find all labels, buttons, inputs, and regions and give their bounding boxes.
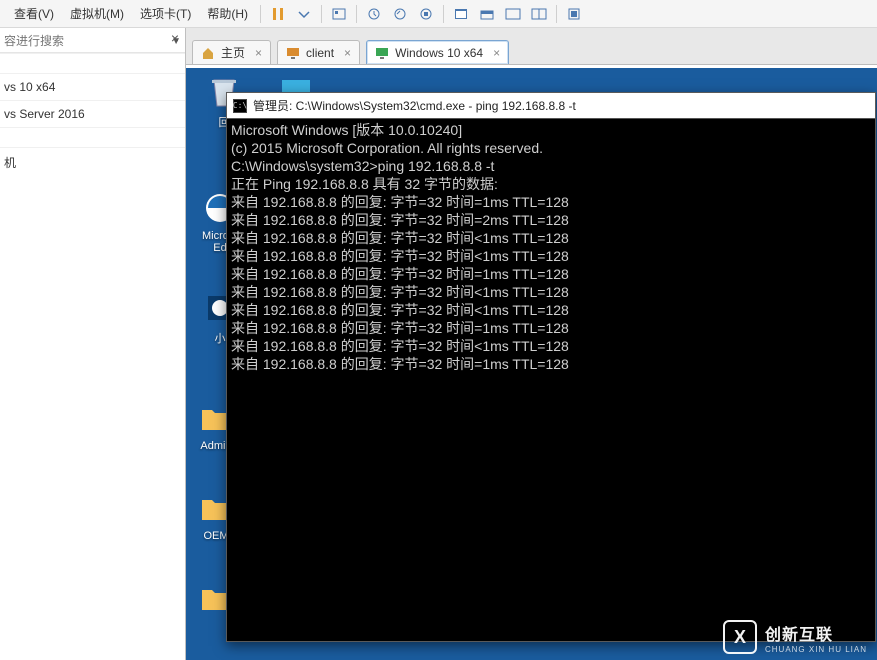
- console-line: 来自 192.168.8.8 的回复: 字节=32 时间<1ms TTL=128: [231, 337, 871, 355]
- watermark-logo: X: [723, 620, 757, 654]
- console-line: 来自 192.168.8.8 的回复: 字节=32 时间=1ms TTL=128: [231, 193, 871, 211]
- console-line: 来自 192.168.8.8 的回复: 字节=32 时间<1ms TTL=128: [231, 283, 871, 301]
- tab-home[interactable]: 主页 ×: [192, 40, 271, 64]
- tab-label: client: [306, 46, 334, 60]
- tab-client[interactable]: client ×: [277, 40, 360, 64]
- app-menubar: 查看(V) 虚拟机(M) 选项卡(T) 帮助(H): [0, 0, 877, 28]
- thumbnail-icon[interactable]: [564, 4, 584, 24]
- send-keys-icon[interactable]: [329, 4, 349, 24]
- menu-view[interactable]: 查看(V): [6, 3, 62, 24]
- console-line: 来自 192.168.8.8 的回复: 字节=32 时间<1ms TTL=128: [231, 247, 871, 265]
- cmd-window[interactable]: C:\ 管理员: C:\Windows\System32\cmd.exe - p…: [226, 92, 876, 642]
- console-line: (c) 2015 Microsoft Corporation. All righ…: [231, 139, 871, 157]
- separator: [321, 5, 322, 23]
- console-line: 来自 192.168.8.8 的回复: 字节=32 时间=1ms TTL=128: [231, 355, 871, 373]
- watermark: X 创新互联 CHUANG XIN HU LIAN: [723, 620, 867, 654]
- cmd-title: 管理员: C:\Windows\System32\cmd.exe - ping …: [253, 97, 576, 114]
- vm-area: 主页 × client × Windows 10 x64 × 回: [186, 28, 877, 660]
- library-blank: [0, 53, 185, 73]
- console-line: Microsoft Windows [版本 10.0.10240]: [231, 121, 871, 139]
- fullscreen-icon[interactable]: [451, 4, 471, 24]
- console-line: C:\Windows\system32>ping 192.168.8.8 -t: [231, 157, 871, 175]
- monitor-icon: [375, 46, 389, 60]
- tab-win10[interactable]: Windows 10 x64 ×: [366, 40, 509, 64]
- menu-help[interactable]: 帮助(H): [199, 3, 256, 24]
- library-panel: × ▼ vs 10 x64 vs Server 2016 机: [0, 28, 186, 660]
- cmd-icon: C:\: [233, 99, 247, 113]
- library-item[interactable]: vs Server 2016: [0, 100, 185, 127]
- separator: [556, 5, 557, 23]
- console-line: 来自 192.168.8.8 的回复: 字节=32 时间=1ms TTL=128: [231, 319, 871, 337]
- watermark-text: 创新互联: [765, 621, 867, 645]
- guest-desktop[interactable]: 回 Micro... Ed 小 Admin OEM: [186, 68, 877, 660]
- cmd-console[interactable]: Microsoft Windows [版本 10.0.10240](c) 201…: [227, 119, 875, 375]
- tab-close-icon[interactable]: ×: [493, 46, 500, 60]
- snapshot-revert-icon[interactable]: [390, 4, 410, 24]
- console-line: 来自 192.168.8.8 的回复: 字节=32 时间<1ms TTL=128: [231, 229, 871, 247]
- tab-close-icon[interactable]: ×: [255, 46, 262, 60]
- tab-label: Windows 10 x64: [395, 46, 483, 60]
- monitor-icon: [286, 46, 300, 60]
- snapshot-manage-icon[interactable]: [416, 4, 436, 24]
- watermark-subtext: CHUANG XIN HU LIAN: [765, 645, 867, 654]
- menu-tabs[interactable]: 选项卡(T): [132, 3, 199, 24]
- console-line: 来自 192.168.8.8 的回复: 字节=32 时间=2ms TTL=128: [231, 211, 871, 229]
- close-panel-icon[interactable]: ×: [171, 30, 179, 46]
- console-line: 来自 192.168.8.8 的回复: 字节=32 时间=1ms TTL=128: [231, 265, 871, 283]
- snapshot-icon[interactable]: [364, 4, 384, 24]
- search-input[interactable]: [4, 34, 167, 48]
- separator: [356, 5, 357, 23]
- library-item[interactable]: 机: [0, 147, 185, 177]
- tab-strip: 主页 × client × Windows 10 x64 ×: [186, 34, 877, 64]
- console-line: 来自 192.168.8.8 的回复: 字节=32 时间<1ms TTL=128: [231, 301, 871, 319]
- library-blank: [0, 127, 185, 147]
- unity-icon[interactable]: [477, 4, 497, 24]
- console-line: 正在 Ping 192.168.8.8 具有 32 字节的数据:: [231, 175, 871, 193]
- library-item[interactable]: vs 10 x64: [0, 73, 185, 100]
- tab-close-icon[interactable]: ×: [344, 46, 351, 60]
- search-row: ▼: [0, 28, 185, 53]
- home-icon: [201, 46, 215, 60]
- separator: [443, 5, 444, 23]
- separator: [260, 5, 261, 23]
- dropdown-icon[interactable]: [294, 4, 314, 24]
- pause-button[interactable]: [268, 4, 288, 24]
- menu-vm[interactable]: 虚拟机(M): [62, 3, 132, 24]
- cmd-titlebar[interactable]: C:\ 管理员: C:\Windows\System32\cmd.exe - p…: [227, 93, 875, 119]
- stretch-icon[interactable]: [529, 4, 549, 24]
- console-icon[interactable]: [503, 4, 523, 24]
- tab-label: 主页: [221, 44, 245, 61]
